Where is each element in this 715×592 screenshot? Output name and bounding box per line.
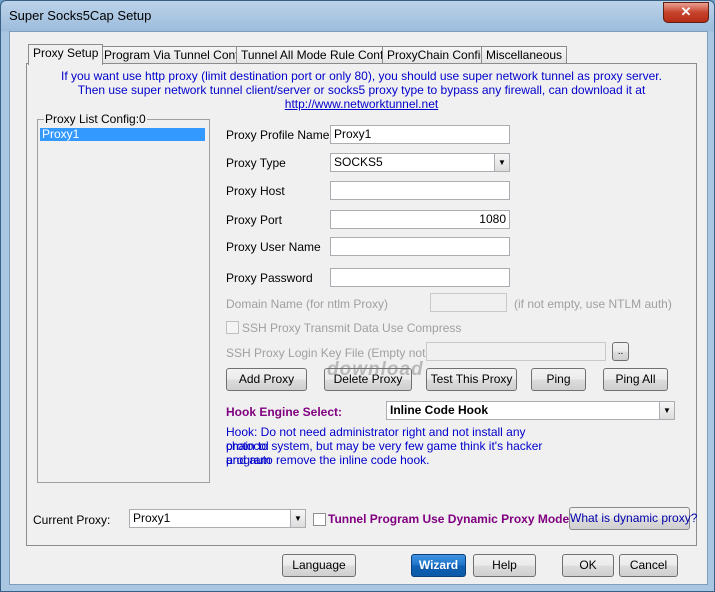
dynamic-proxy-label: Tunnel Program Use Dynamic Proxy Mode — [328, 512, 570, 526]
proxy-type-select[interactable]: SOCKS5 ▼ — [330, 153, 510, 172]
wizard-button[interactable]: Wizard — [411, 554, 466, 577]
chevron-down-icon[interactable]: ▼ — [290, 510, 305, 527]
current-proxy-label: Current Proxy: — [33, 513, 111, 527]
domain-name-input[interactable] — [430, 293, 507, 312]
tab-tunnel-all-mode[interactable]: Tunnel All Mode Rule Config — [236, 46, 398, 64]
proxy-list-item[interactable]: Proxy1 — [40, 128, 205, 141]
ping-button[interactable]: Ping — [531, 368, 586, 391]
add-proxy-button[interactable]: Add Proxy — [226, 368, 307, 391]
what-is-dynamic-proxy-button[interactable]: What is dynamic proxy? — [569, 507, 697, 530]
domain-name-label: Domain Name (for ntlm Proxy) — [226, 297, 389, 311]
proxy-list-group: Proxy List Config:0 Proxy1 — [37, 112, 210, 483]
proxy-list-title: Proxy List Config:0 — [44, 112, 147, 126]
proxy-password-label: Proxy Password — [226, 271, 313, 285]
tab-proxychain-config[interactable]: ProxyChain Config — [382, 46, 493, 64]
ssh-compress-label: SSH Proxy Transmit Data Use Compress — [242, 321, 462, 335]
current-proxy-value: Proxy1 — [133, 511, 171, 525]
proxy-user-label: Proxy User Name — [226, 240, 321, 254]
test-proxy-button[interactable]: Test This Proxy — [426, 368, 517, 391]
ping-all-button[interactable]: Ping All — [603, 368, 668, 391]
proxy-password-input[interactable] — [330, 268, 510, 287]
dialog-client: Proxy Setup Program Via Tunnel Config Tu… — [9, 31, 708, 585]
chevron-down-icon[interactable]: ▼ — [494, 154, 509, 171]
notice-line-2: Then use super network tunnel client/ser… — [77, 83, 646, 97]
profile-name-label: Proxy Profile Name — [226, 128, 330, 142]
help-button[interactable]: Help — [473, 554, 536, 577]
hook-engine-select[interactable]: Inline Code Hook ▼ — [386, 401, 675, 420]
proxy-port-input[interactable]: 1080 — [330, 210, 510, 229]
profile-name-input[interactable]: Proxy1 — [330, 125, 510, 144]
ssh-key-input[interactable] — [426, 342, 606, 361]
ok-button[interactable]: OK — [562, 554, 614, 577]
tab-program-via-tunnel[interactable]: Program Via Tunnel Config — [99, 46, 253, 64]
tab-miscellaneous[interactable]: Miscellaneous — [481, 46, 568, 64]
app-window: Super Socks5Cap Setup ✕ Proxy Setup Prog… — [0, 0, 715, 592]
watermark-logo: download — [327, 359, 424, 380]
title-bar[interactable]: Super Socks5Cap Setup ✕ — [1, 1, 714, 31]
ssh-compress-checkbox[interactable] — [226, 321, 239, 334]
ssh-key-label: SSH Proxy Login Key File (Empty not use) — [226, 346, 453, 360]
browse-key-button[interactable]: .. — [612, 342, 629, 361]
notice-line-1: If you want use http proxy (limit destin… — [61, 69, 662, 83]
chevron-down-icon[interactable]: ▼ — [659, 402, 674, 419]
proxy-type-value: SOCKS5 — [334, 155, 383, 169]
cancel-button[interactable]: Cancel — [619, 554, 678, 577]
proxy-port-label: Proxy Port — [226, 213, 283, 227]
domain-name-note: (if not empty, use NTLM auth) — [514, 297, 672, 311]
window-title: Super Socks5Cap Setup — [9, 8, 152, 23]
proxy-host-input[interactable] — [330, 181, 510, 200]
hook-engine-value: Inline Code Hook — [390, 403, 489, 417]
proxy-setup-panel: If you want use http proxy (limit destin… — [26, 63, 697, 546]
hook-engine-label: Hook Engine Select: — [226, 405, 343, 419]
hook-description-line-3: and auto remove the inline code hook. — [226, 453, 430, 467]
language-button[interactable]: Language — [282, 554, 356, 577]
tab-proxy-setup[interactable]: Proxy Setup — [28, 44, 104, 65]
networktunnel-link[interactable]: http://www.networktunnel.net — [285, 97, 438, 111]
current-proxy-select[interactable]: Proxy1 ▼ — [129, 509, 306, 528]
dynamic-proxy-checkbox[interactable] — [313, 513, 326, 526]
proxy-type-label: Proxy Type — [226, 156, 286, 170]
proxy-host-label: Proxy Host — [226, 184, 285, 198]
proxy-user-input[interactable] — [330, 237, 510, 256]
close-icon[interactable]: ✕ — [663, 2, 709, 23]
